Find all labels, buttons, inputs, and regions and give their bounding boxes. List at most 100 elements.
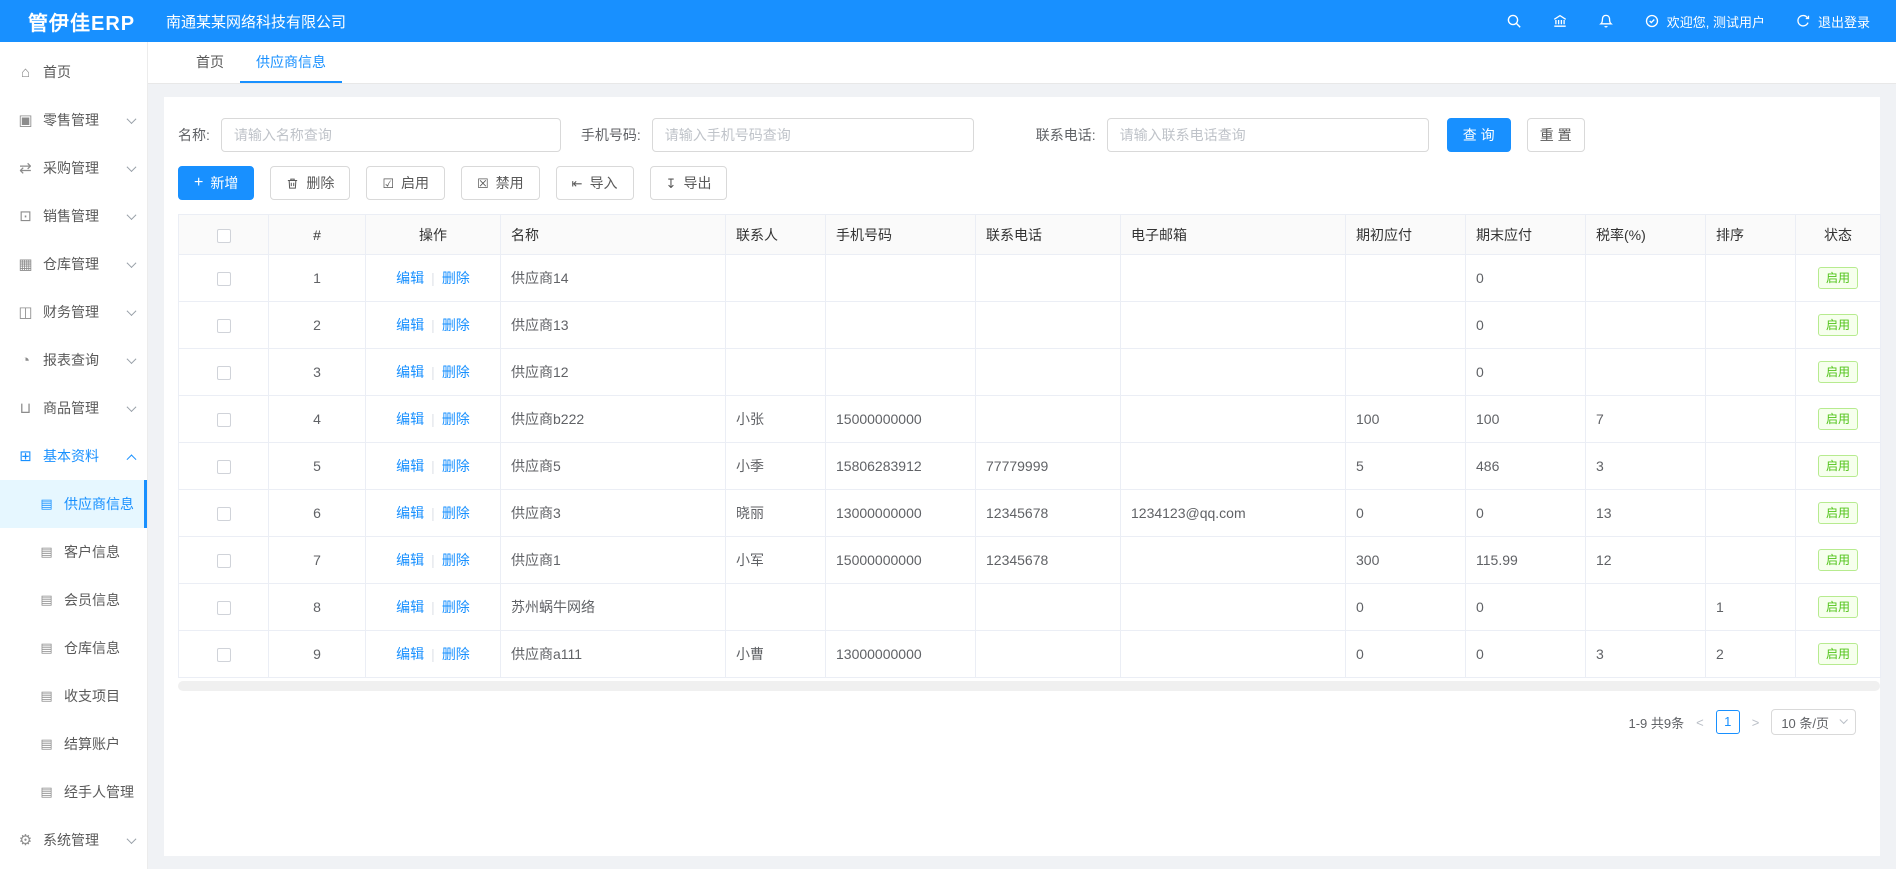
row-checkbox[interactable] xyxy=(217,460,231,474)
cell-name: 供应商5 xyxy=(501,443,726,490)
prev-page-button[interactable]: < xyxy=(1696,715,1704,730)
page-size-select[interactable]: 10 条/页 xyxy=(1771,709,1856,735)
sidebar-item-settlement-account[interactable]: ▤结算账户 xyxy=(0,720,147,768)
action-divider: | xyxy=(431,270,435,286)
edit-link[interactable]: 编辑 xyxy=(396,364,424,380)
status-cell: 启用 xyxy=(1796,490,1881,537)
page-size-value: 10 条/页 xyxy=(1781,713,1829,732)
tab-supplier-info[interactable]: 供应商信息 xyxy=(240,42,342,83)
row-checkbox[interactable] xyxy=(217,413,231,427)
doc-icon: ▤ xyxy=(38,496,55,512)
action-divider: | xyxy=(431,552,435,568)
export-button[interactable]: ↧导出 xyxy=(650,166,728,200)
add-button[interactable]: +新增 xyxy=(178,166,254,200)
edit-link[interactable]: 编辑 xyxy=(396,411,424,427)
chevron-down-icon xyxy=(127,114,137,124)
sidebar-item-home[interactable]: ⌂首页 xyxy=(0,48,147,96)
cell-tax_rate xyxy=(1586,349,1706,396)
action-divider: | xyxy=(431,599,435,615)
sidebar-item-finance[interactable]: ◫财务管理 xyxy=(0,288,147,336)
row-checkbox[interactable] xyxy=(217,507,231,521)
cell-name: 供应商13 xyxy=(501,302,726,349)
column-header: 状态 xyxy=(1796,215,1881,255)
import-button[interactable]: ⇤导入 xyxy=(556,166,634,200)
horizontal-scrollbar[interactable] xyxy=(178,681,1880,691)
column-header: 期初应付 xyxy=(1346,215,1466,255)
delete-link[interactable]: 删除 xyxy=(442,646,470,662)
sidebar-item-sales[interactable]: ⊡销售管理 xyxy=(0,192,147,240)
bell-icon[interactable] xyxy=(1598,13,1614,29)
row-checkbox[interactable] xyxy=(217,648,231,662)
sidebar-item-report[interactable]: ◔报表查询 xyxy=(0,336,147,384)
logout-button[interactable]: 退出登录 xyxy=(1795,12,1870,31)
sidebar-item-basic-data[interactable]: ⊞基本资料 xyxy=(0,432,147,480)
bank-icon[interactable] xyxy=(1552,13,1568,29)
delete-link[interactable]: 删除 xyxy=(442,270,470,286)
next-page-button[interactable]: > xyxy=(1752,715,1760,730)
row-checkbox[interactable] xyxy=(217,272,231,286)
sidebar-item-warehouse-info[interactable]: ▤仓库信息 xyxy=(0,624,147,672)
delete-link[interactable]: 删除 xyxy=(442,411,470,427)
sidebar-item-label: 商品管理 xyxy=(43,398,124,418)
delete-link[interactable]: 删除 xyxy=(442,364,470,380)
sidebar-item-handler-management[interactable]: ▤经手人管理 xyxy=(0,768,147,816)
table-row: 2编辑|删除供应商130启用 xyxy=(179,302,1881,349)
cell-closing_payable: 0 xyxy=(1466,490,1586,537)
user-welcome[interactable]: 欢迎您, 测试用户 xyxy=(1644,12,1765,31)
tab-home[interactable]: 首页 xyxy=(180,42,240,83)
edit-link[interactable]: 编辑 xyxy=(396,599,424,615)
doc-icon: ▤ xyxy=(38,640,55,656)
edit-link[interactable]: 编辑 xyxy=(396,505,424,521)
gear-icon: ⚙ xyxy=(17,831,34,849)
table-row: 5编辑|删除供应商5小季158062839127777999954863启用 xyxy=(179,443,1881,490)
sidebar-item-warehouse[interactable]: ▦仓库管理 xyxy=(0,240,147,288)
delete-button[interactable]: 删除 xyxy=(270,166,350,200)
delete-link[interactable]: 删除 xyxy=(442,458,470,474)
plus-icon: + xyxy=(194,175,203,191)
mobile-filter-input[interactable] xyxy=(652,118,974,152)
delete-link[interactable]: 删除 xyxy=(442,317,470,333)
sidebar-item-retail[interactable]: ▣零售管理 xyxy=(0,96,147,144)
delete-link[interactable]: 删除 xyxy=(442,599,470,615)
row-checkbox[interactable] xyxy=(217,554,231,568)
status-cell: 启用 xyxy=(1796,396,1881,443)
select-all-checkbox[interactable] xyxy=(217,229,231,243)
sidebar-item-purchase[interactable]: ⇄采购管理 xyxy=(0,144,147,192)
column-header: 联系人 xyxy=(726,215,826,255)
cell-mobile: 13000000000 xyxy=(826,631,976,678)
cell-closing_payable: 0 xyxy=(1466,302,1586,349)
cell-email xyxy=(1121,584,1346,631)
column-header: 联系电话 xyxy=(976,215,1121,255)
sidebar-item-goods[interactable]: ⊔商品管理 xyxy=(0,384,147,432)
chevron-down-icon xyxy=(127,834,137,844)
delete-link[interactable]: 删除 xyxy=(442,552,470,568)
edit-link[interactable]: 编辑 xyxy=(396,646,424,662)
edit-link[interactable]: 编辑 xyxy=(396,317,424,333)
search-icon[interactable] xyxy=(1506,13,1522,29)
phone-filter-input[interactable] xyxy=(1107,118,1429,152)
edit-link[interactable]: 编辑 xyxy=(396,458,424,474)
sidebar-item-label: 报表查询 xyxy=(43,350,124,370)
row-checkbox[interactable] xyxy=(217,601,231,615)
column-header: 排序 xyxy=(1706,215,1796,255)
delete-link[interactable]: 删除 xyxy=(442,505,470,521)
cell-name: 供应商1 xyxy=(501,537,726,584)
row-checkbox[interactable] xyxy=(217,319,231,333)
sidebar-item-customer-info[interactable]: ▤客户信息 xyxy=(0,528,147,576)
name-filter-input[interactable] xyxy=(221,118,561,152)
grid-icon: ⊞ xyxy=(17,447,34,465)
current-page[interactable]: 1 xyxy=(1716,710,1740,734)
status-badge: 启用 xyxy=(1818,361,1858,383)
sidebar-item-supplier-info[interactable]: ▤供应商信息 xyxy=(0,480,147,528)
row-checkbox[interactable] xyxy=(217,366,231,380)
sidebar-subitem-label: 结算账户 xyxy=(64,734,135,754)
search-button[interactable]: 查 询 xyxy=(1447,118,1511,152)
edit-link[interactable]: 编辑 xyxy=(396,270,424,286)
reset-button[interactable]: 重 置 xyxy=(1527,118,1585,152)
sidebar-item-member-info[interactable]: ▤会员信息 xyxy=(0,576,147,624)
sidebar-item-system[interactable]: ⚙系统管理 xyxy=(0,816,147,864)
disable-button[interactable]: ☒禁用 xyxy=(461,166,540,200)
edit-link[interactable]: 编辑 xyxy=(396,552,424,568)
enable-button[interactable]: ☑启用 xyxy=(366,166,445,200)
sidebar-item-income-expense[interactable]: ▤收支项目 xyxy=(0,672,147,720)
